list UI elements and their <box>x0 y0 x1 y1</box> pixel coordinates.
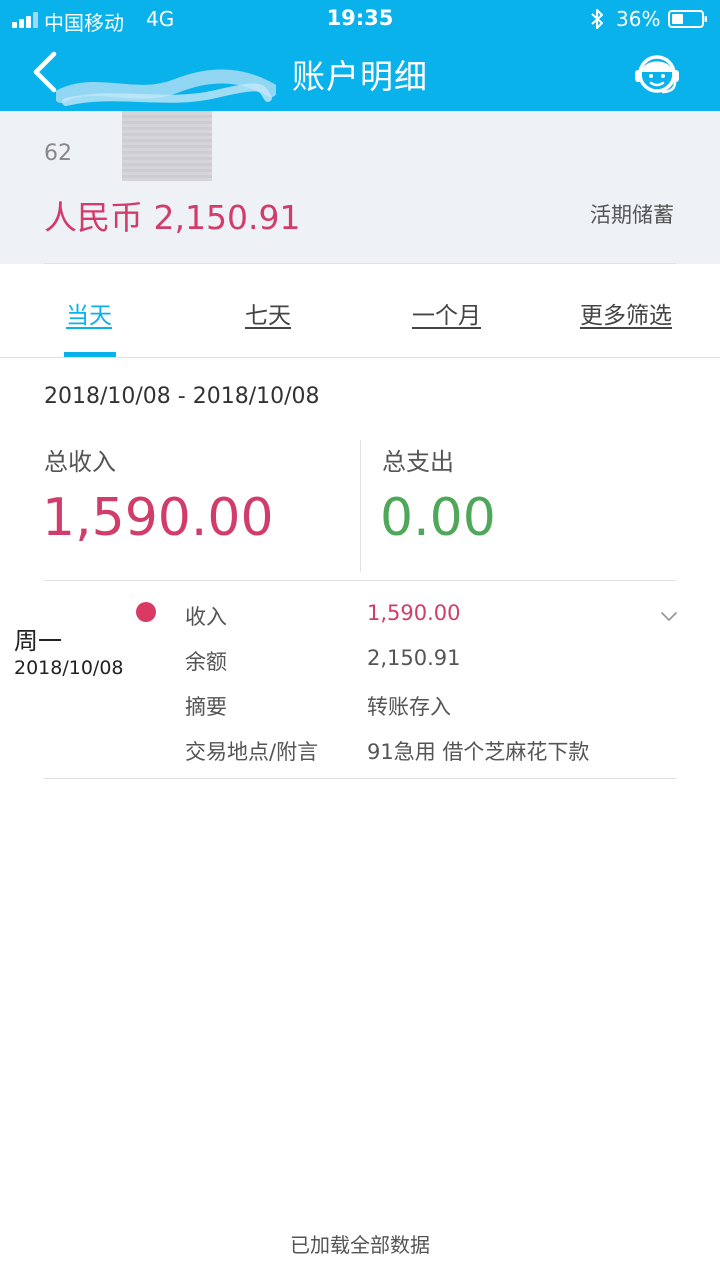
total-income-label: 总收入 <box>44 448 116 476</box>
account-header: 62 人民币 2,150.91 活期储蓄 <box>0 111 720 264</box>
tab-seven-days[interactable]: 七天 <box>245 296 291 330</box>
chevron-down-icon[interactable] <box>660 611 678 623</box>
transaction-balance-label: 余额 <box>185 650 227 674</box>
total-expense-value: 0.00 <box>380 488 496 548</box>
period-tabs: 当天 七天 一个月 更多筛选 <box>0 264 720 358</box>
date-range: 2018/10/08 - 2018/10/08 <box>44 384 320 409</box>
bluetooth-icon <box>591 9 603 29</box>
income-dot-icon <box>136 602 156 622</box>
transaction-summary-label: 摘要 <box>185 695 227 719</box>
all-data-loaded-text: 已加载全部数据 <box>290 1233 430 1257</box>
customer-service-button[interactable] <box>632 50 682 98</box>
total-expense-label: 总支出 <box>382 448 454 476</box>
account-number: 62 <box>44 141 72 166</box>
tab-one-month[interactable]: 一个月 <box>412 296 481 330</box>
total-income-value: 1,590.00 <box>42 488 274 548</box>
tab-more-filters[interactable]: 更多筛选 <box>580 296 672 330</box>
transaction-remark-value: 91急用 借个芝麻花下款 <box>367 740 590 764</box>
transaction-weekday: 周一 <box>14 627 62 655</box>
transaction-balance-value: 2,150.91 <box>367 646 461 670</box>
divider <box>44 778 676 779</box>
divider <box>0 357 720 358</box>
account-number-mask <box>122 111 212 181</box>
page-title: 账户明细 <box>292 57 428 96</box>
divider <box>360 440 361 572</box>
tab-today[interactable]: 当天 <box>66 296 112 330</box>
transaction-remark-label: 交易地点/附言 <box>185 740 319 764</box>
status-bar: 中国移动 4G 19:35 36% <box>0 0 720 38</box>
transaction-income-value: 1,590.00 <box>367 601 461 625</box>
account-balance: 人民币 2,150.91 <box>44 198 301 237</box>
top-bar: 中国移动 4G 19:35 36% 账户明细 <box>0 0 720 111</box>
clock: 19:35 <box>326 6 394 30</box>
battery-percent: 36% <box>616 7 661 31</box>
customer-service-icon <box>635 55 679 94</box>
nav-bar: 账户明细 <box>0 38 720 111</box>
account-type: 活期储蓄 <box>590 203 674 227</box>
transaction-item[interactable]: 周一 2018/10/08 收入 1,590.00 余额 2,150.91 摘要… <box>0 581 720 779</box>
battery-icon <box>668 10 707 28</box>
transaction-date: 2018/10/08 <box>14 657 124 679</box>
transaction-summary-value: 转账存入 <box>367 695 451 719</box>
transaction-income-label: 收入 <box>185 605 227 629</box>
